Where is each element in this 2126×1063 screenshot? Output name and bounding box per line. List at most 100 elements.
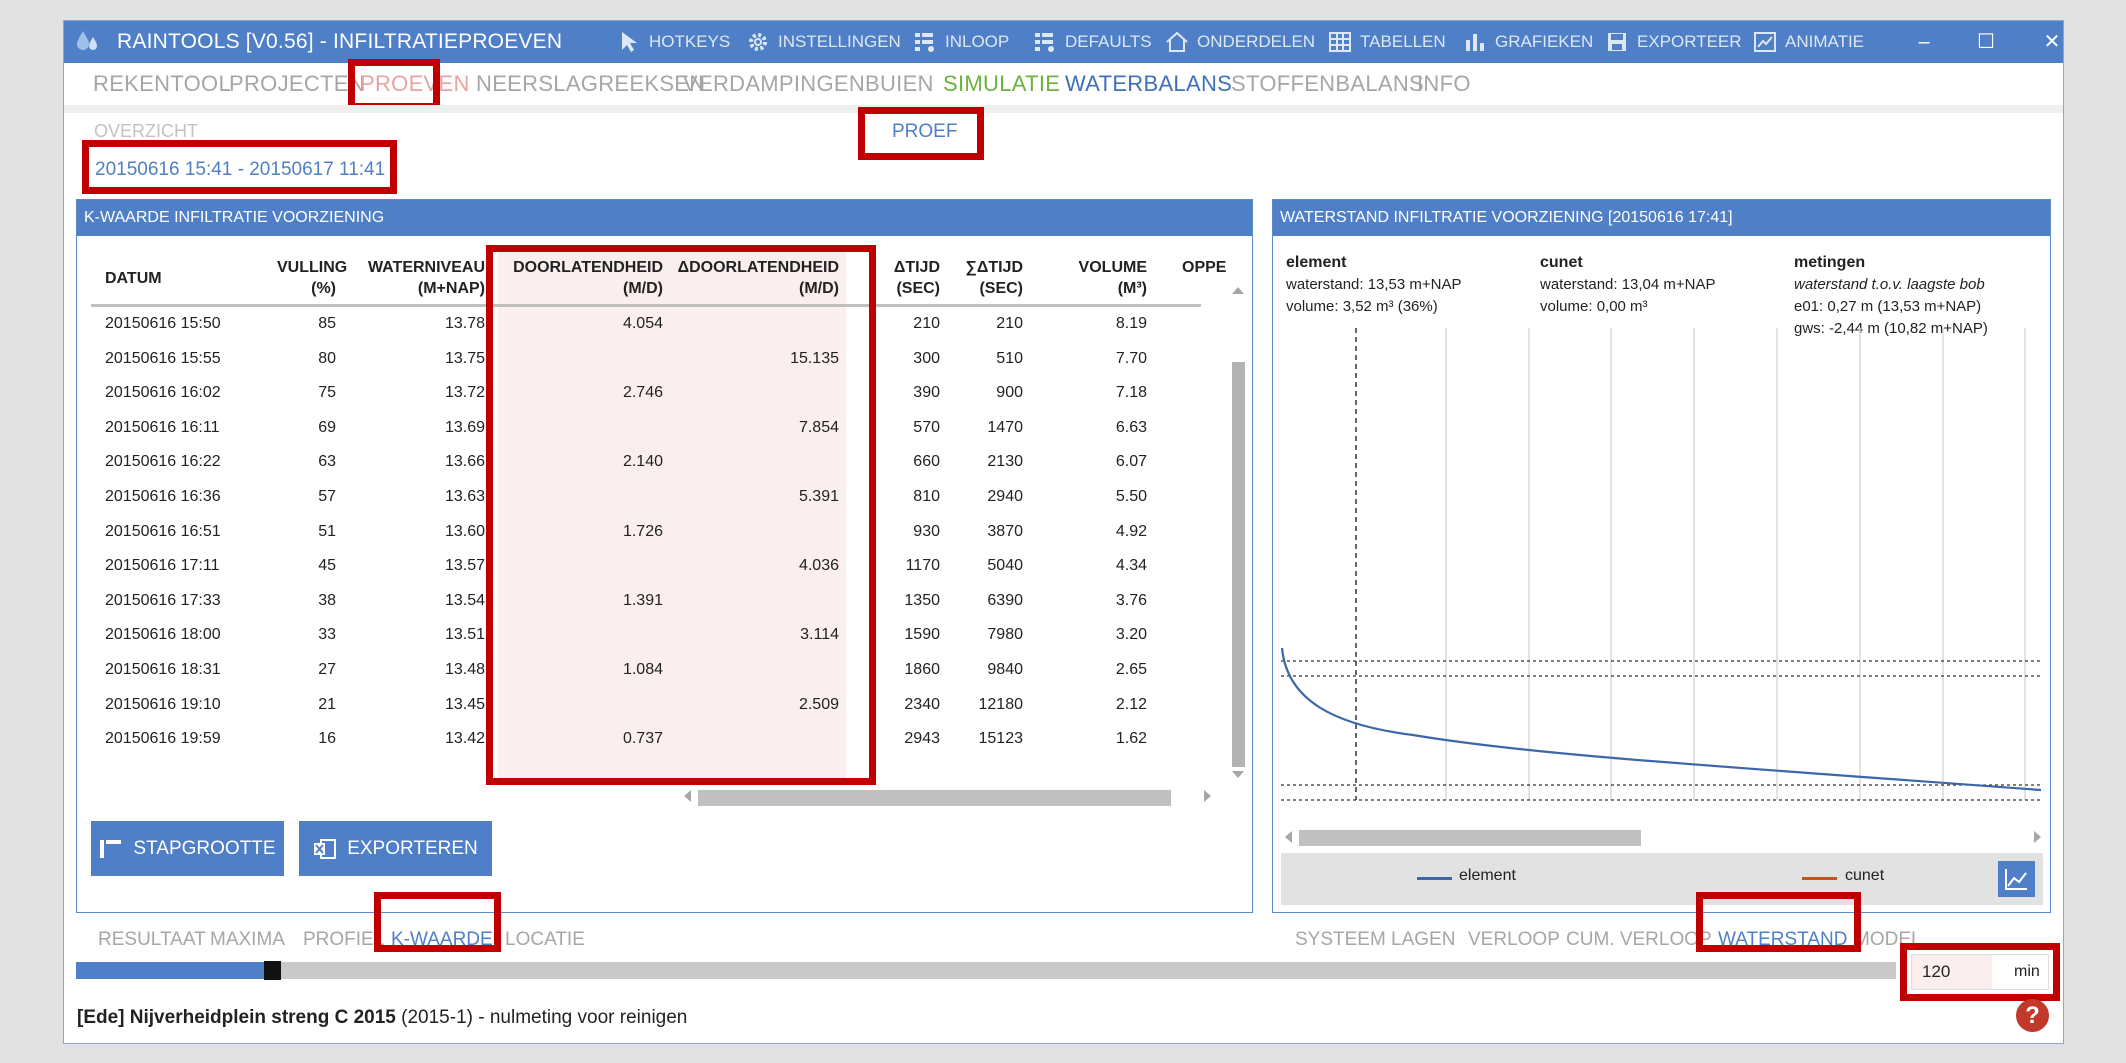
toolbar-grafieken[interactable]: GRAFIEKEN	[1463, 30, 1593, 54]
scroll-right-arrow-icon[interactable]	[1199, 788, 1215, 804]
col-header-waterniveau[interactable]: WATERNIVEAU (M+NAP)	[357, 257, 485, 299]
table-row[interactable]: 20150616 16:51 51 13.60 1.726 930 3870 4.92	[77, 523, 1227, 547]
toolbar-inloop[interactable]: INLOOP	[913, 30, 1009, 54]
cell-sum-delta-tijd: 7980	[987, 626, 1023, 644]
cell-delta-tijd: 390	[913, 384, 940, 402]
menu-projecten[interactable]: PROJECTEN	[229, 71, 365, 97]
menu-proeven[interactable]: PROEVEN	[360, 71, 470, 97]
table-row[interactable]: 20150616 16:02 75 13.72 2.746 390 900 7.18	[77, 384, 1227, 408]
col-header-vulling[interactable]: VULLING (%)	[277, 257, 347, 299]
cell-vulling: 69	[318, 418, 336, 436]
time-step-field[interactable]: 120 min	[1911, 954, 2049, 990]
cell-waterniveau: 13.42	[444, 730, 485, 748]
help-icon[interactable]: ?	[2016, 999, 2049, 1032]
tab-model[interactable]: MODEL	[1854, 929, 1922, 951]
toolbar-onderdelen[interactable]: ONDERDELEN	[1165, 30, 1315, 54]
toolbar-exporteer[interactable]: EXPORTEER	[1605, 30, 1742, 54]
col-header-delta-tijd[interactable]: ΔTIJD (SEC)	[877, 257, 940, 299]
scroll-left-arrow-icon[interactable]	[680, 788, 696, 804]
chart-scroll-right-icon[interactable]	[2029, 829, 2045, 845]
close-button[interactable]: ✕	[2032, 27, 2072, 57]
cell-waterniveau: 13.69	[444, 418, 485, 436]
chart-gridlines	[1445, 328, 2026, 800]
table-row[interactable]: 20150616 15:50 85 13.78 4.054 210 210 8.19	[77, 315, 1227, 339]
chart-toggle-button[interactable]	[1998, 861, 2035, 897]
cell-delta-tijd: 570	[913, 418, 940, 436]
tab-lagen[interactable]: LAGEN	[1391, 929, 1455, 951]
table-row[interactable]: 20150616 16:22 63 13.66 2.140 660 2130 6.07	[77, 453, 1227, 477]
toolbar-label: GRAFIEKEN	[1495, 32, 1594, 51]
time-step-value[interactable]: 120	[1922, 962, 1950, 982]
excel-icon	[314, 838, 337, 859]
toolbar-instellingen[interactable]: INSTELLINGEN	[746, 30, 901, 54]
tab-resultaat[interactable]: RESULTAAT	[98, 929, 206, 951]
submenu-overzicht[interactable]: OVERZICHT	[94, 121, 198, 142]
table-row[interactable]: 20150616 16:11 69 13.69 7.854 570 1470 6.63	[77, 419, 1227, 443]
element-waterstand-line	[1280, 647, 2042, 792]
table-row[interactable]: 20150616 19:10 21 13.45 2.509 2340 12180 2.12	[77, 696, 1227, 720]
table-row[interactable]: 20150616 18:00 33 13.51 3.114 1590 7980 3.20	[77, 626, 1227, 650]
cell-vulling: 51	[318, 522, 336, 540]
cell-vulling: 33	[318, 626, 336, 644]
cell-vulling: 21	[318, 695, 336, 713]
menu-verdampingen[interactable]: VERDAMPINGEN	[683, 71, 865, 97]
col-header-delta-doorlatendheid[interactable]: ΔDOORLATENDHEID (M/D)	[667, 257, 839, 299]
horizontal-scrollbar-thumb[interactable]	[698, 790, 1171, 806]
cell-volume: 2.12	[1115, 695, 1147, 713]
menu-buien[interactable]: BUIEN	[865, 71, 934, 97]
submenu-proef[interactable]: PROEF	[892, 121, 957, 143]
tab-maxima[interactable]: MAXIMA	[210, 929, 285, 951]
time-slider-track[interactable]	[76, 961, 1896, 980]
vertical-scrollbar-thumb[interactable]	[1232, 362, 1245, 767]
menu-rekentool[interactable]: REKENTOOL	[93, 71, 231, 97]
stapgrootte-button[interactable]: STAPGROOTTE	[91, 821, 284, 876]
cell-datum: 20150616 15:55	[105, 349, 221, 367]
tab-systeem[interactable]: SYSTEEM	[1295, 929, 1386, 951]
minimize-button[interactable]: –	[1904, 27, 1944, 57]
step-size-icon	[100, 839, 122, 858]
menu-info[interactable]: INFO	[1417, 71, 1471, 97]
period-selector[interactable]: 20150616 15:41 - 20150617 11:41	[95, 159, 385, 181]
col-header-volume[interactable]: VOLUME (M³)	[1055, 257, 1147, 299]
col-header-line: ∑ΔTIJD	[965, 259, 1023, 276]
table-row[interactable]: 20150616 17:11 45 13.57 4.036 1170 5040 4.34	[77, 557, 1227, 581]
menu-neerslagreeksen[interactable]: NEERSLAGREEKSEN	[476, 71, 705, 97]
cell-delta-tijd: 810	[913, 488, 940, 505]
exporteren-button[interactable]: EXPORTEREN	[299, 821, 492, 876]
tab-waterstand[interactable]: WATERSTAND	[1718, 929, 1847, 951]
scroll-down-arrow-icon[interactable]	[1230, 767, 1246, 783]
time-slider-handle[interactable]	[264, 961, 281, 980]
tab-profiel[interactable]: PROFIEL	[303, 929, 384, 951]
maximize-button[interactable]: ☐	[1966, 27, 2006, 57]
tab-k-waarde[interactable]: K-WAARDE	[391, 929, 493, 951]
col-header-sum-delta-tijd[interactable]: ∑ΔTIJD (SEC)	[953, 257, 1023, 299]
cell-waterniveau: 13.66	[444, 453, 485, 471]
chart-scrollbar-thumb[interactable]	[1299, 830, 1641, 846]
toolbar-tabellen[interactable]: TABELLEN	[1328, 30, 1446, 54]
toolbar-hotkeys[interactable]: HOTKEYS	[617, 30, 730, 54]
table-row[interactable]: 20150616 17:33 38 13.54 1.391 1350 6390 3.76	[77, 592, 1227, 616]
table-row[interactable]: 20150616 18:31 27 13.48 1.084 1860 9840 2.65	[77, 661, 1227, 685]
menu-simulatie[interactable]: SIMULATIE	[943, 71, 1060, 97]
table-row[interactable]: 20150616 19:59 16 13.42 0.737 2943 15123 1.62	[77, 730, 1227, 754]
menu-waterbalans[interactable]: WATERBALANS	[1065, 71, 1232, 97]
tab-locatie[interactable]: LOCATIE	[505, 929, 585, 951]
scroll-up-arrow-icon[interactable]	[1230, 282, 1246, 298]
col-header-datum[interactable]: DATUM	[105, 268, 162, 289]
legend-cunet-swatch	[1802, 877, 1837, 880]
chart-scroll-left-icon[interactable]	[1281, 829, 1297, 845]
tab-cum-verloop[interactable]: CUM. VERLOOP	[1566, 929, 1712, 951]
cell-volume: 6.07	[1115, 453, 1147, 471]
toolbar-animatie[interactable]: ANIMATIE	[1753, 30, 1864, 54]
reference-levels	[1281, 660, 2041, 801]
project-name: [Ede] Nijverheidplein streng C 2015	[77, 1007, 396, 1028]
menu-stoffenbalans[interactable]: STOFFENBALANS	[1231, 71, 1424, 97]
col-header-doorlatendheid[interactable]: DOORLATENDHEID (M/D)	[497, 257, 663, 299]
table-row[interactable]: 20150616 16:36 57 13.63 5.391 810 2940 5.50	[77, 488, 1227, 512]
cell-vulling: 45	[318, 557, 336, 575]
col-header-oppervlak[interactable]: OPPE	[1182, 257, 1226, 278]
toolbar-defaults[interactable]: DEFAULTS	[1033, 30, 1152, 54]
legend-cunet-label: cunet	[1845, 867, 1885, 884]
table-row[interactable]: 20150616 15:55 80 13.75 15.135 300 510 7.70	[77, 350, 1227, 374]
tab-verloop[interactable]: VERLOOP	[1468, 929, 1560, 951]
